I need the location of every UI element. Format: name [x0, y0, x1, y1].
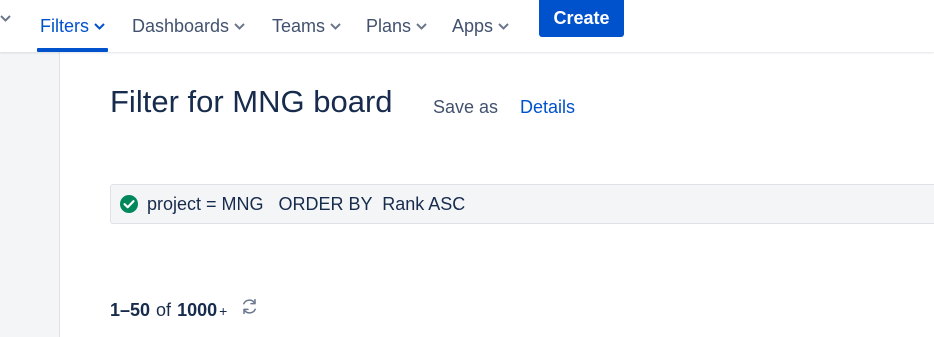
results-of: of	[156, 300, 172, 320]
results-count: 1–50 of 1000 +	[110, 300, 227, 321]
results-total: 1000	[177, 300, 218, 320]
active-tab-indicator	[37, 48, 108, 52]
details-link[interactable]: Details	[520, 97, 575, 118]
check-circle-icon	[120, 195, 138, 213]
chevron-down-icon	[234, 23, 245, 30]
nav-dashboards[interactable]: Dashboards	[132, 0, 245, 52]
refresh-icon[interactable]	[240, 297, 259, 316]
nav-dashboards-label: Dashboards	[132, 15, 230, 36]
chevron-down-icon	[94, 23, 105, 30]
top-navigation: Filters Dashboards Teams Plans Apps Crea…	[0, 0, 934, 52]
jql-query-input[interactable]: project = MNG ORDER BY Rank ASC	[110, 184, 934, 224]
create-button[interactable]: Create	[539, 0, 624, 37]
nav-plans[interactable]: Plans	[366, 0, 427, 52]
results-range: 1–50	[110, 300, 151, 320]
query-text: project = MNG ORDER BY Rank ASC	[147, 193, 466, 214]
nav-filters-label: Filters	[40, 15, 89, 36]
nav-teams-label: Teams	[272, 15, 326, 36]
page-title: Filter for MNG board	[110, 84, 393, 119]
results-plus: +	[219, 303, 228, 319]
save-as-button[interactable]: Save as	[433, 97, 498, 118]
chevron-down-icon	[416, 23, 427, 30]
chevron-down-icon	[498, 23, 509, 30]
chevron-down-icon[interactable]	[0, 0, 11, 36]
nav-teams[interactable]: Teams	[272, 0, 341, 52]
nav-filters[interactable]: Filters	[40, 0, 105, 52]
nav-apps-label: Apps	[452, 15, 494, 36]
nav-apps[interactable]: Apps	[452, 0, 509, 52]
sidebar	[0, 52, 60, 337]
chevron-down-icon	[330, 23, 341, 30]
nav-plans-label: Plans	[366, 15, 412, 36]
